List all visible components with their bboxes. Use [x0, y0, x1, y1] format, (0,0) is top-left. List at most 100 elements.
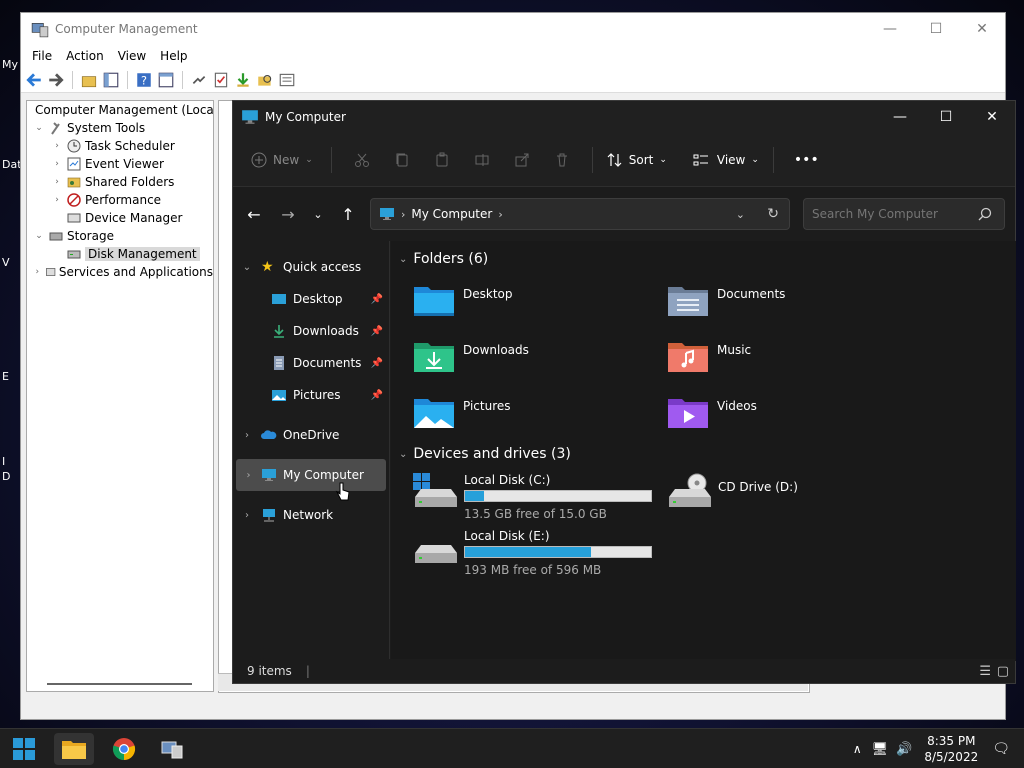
close-button[interactable]: ✕: [969, 101, 1015, 133]
tree-node-system-tools[interactable]: ⌄ System Tools: [27, 119, 213, 137]
network-status-icon[interactable]: 🖥: [872, 742, 889, 757]
show-hide-tree-icon[interactable]: [102, 71, 120, 89]
back-arrow-icon[interactable]: [25, 71, 43, 89]
checklist-icon[interactable]: [212, 71, 230, 89]
tree-node-services[interactable]: › Services and Applications: [27, 263, 213, 281]
drive-item-e[interactable]: Local Disk (E:) 193 MB free of 596 MB: [413, 529, 652, 577]
sidebar-item-documents[interactable]: Documents 📌: [233, 347, 389, 379]
recent-locations-chevron-icon[interactable]: ⌄: [305, 208, 331, 221]
properties-icon[interactable]: [278, 71, 296, 89]
expand-arrow-icon[interactable]: ⌄: [33, 231, 45, 241]
search-folder-icon[interactable]: [256, 71, 274, 89]
back-arrow-icon[interactable]: ←: [237, 205, 271, 224]
connect-icon[interactable]: [190, 71, 208, 89]
help-icon[interactable]: ?: [135, 71, 153, 89]
maximize-button[interactable]: ☐: [913, 13, 959, 45]
desktop-icon-label[interactable]: E: [2, 370, 9, 383]
menu-help[interactable]: Help: [153, 49, 194, 63]
view-button[interactable]: View ⌄: [693, 152, 759, 168]
expand-arrow-icon[interactable]: ›: [51, 177, 63, 187]
expand-arrow-icon[interactable]: ›: [33, 267, 42, 277]
start-button[interactable]: [4, 733, 44, 765]
search-icon[interactable]: [978, 207, 992, 221]
cut-icon[interactable]: [354, 152, 370, 168]
tree-node-device-manager[interactable]: Device Manager: [27, 209, 213, 227]
taskbar-file-explorer[interactable]: [54, 733, 94, 765]
folder-item[interactable]: Pictures: [413, 395, 511, 429]
menu-view[interactable]: View: [111, 49, 153, 63]
new-button[interactable]: New ⌄: [251, 152, 313, 168]
sidebar-item-network[interactable]: › Network: [233, 499, 389, 531]
minimize-button[interactable]: —: [877, 101, 923, 133]
address-dropdown-chevron-icon[interactable]: ⌄: [736, 208, 745, 221]
expand-chevron-icon[interactable]: ⌄: [233, 262, 261, 273]
sidebar-item-quick-access[interactable]: ⌄ ★ Quick access: [233, 251, 389, 283]
taskbar-computer-management[interactable]: [152, 733, 192, 765]
clock[interactable]: 8:35 PM 8/5/2022: [924, 733, 978, 765]
collapse-chevron-icon[interactable]: ⌄: [399, 254, 407, 265]
folder-item[interactable]: Documents: [667, 283, 785, 317]
drive-item-c[interactable]: Local Disk (C:) 13.5 GB free of 15.0 GB: [413, 473, 652, 521]
expand-arrow-icon[interactable]: ›: [51, 195, 63, 205]
close-button[interactable]: ✕: [959, 13, 1005, 45]
search-input[interactable]: [812, 207, 972, 221]
share-icon[interactable]: [514, 152, 530, 168]
tree-node-event-viewer[interactable]: › Event Viewer: [27, 155, 213, 173]
details-view-icon[interactable]: ☰: [979, 664, 991, 679]
folders-group-header[interactable]: ⌄ Folders (6): [399, 251, 488, 267]
sidebar-item-downloads[interactable]: Downloads 📌: [233, 315, 389, 347]
collapse-chevron-icon[interactable]: ⌄: [399, 449, 407, 460]
sort-button[interactable]: Sort ⌄: [607, 152, 667, 168]
title-bar[interactable]: Computer Management: [21, 13, 1005, 45]
tree-node-root[interactable]: Computer Management (Local: [27, 101, 213, 119]
maximize-button[interactable]: ☐: [923, 101, 969, 133]
delete-icon[interactable]: [554, 152, 570, 168]
expand-chevron-icon[interactable]: ›: [233, 510, 261, 521]
desktop-icon-label[interactable]: D: [2, 470, 10, 483]
refresh-icon[interactable]: ↻: [767, 206, 779, 222]
tree-node-task-scheduler[interactable]: › Task Scheduler: [27, 137, 213, 155]
desktop-icon-label[interactable]: I: [2, 455, 5, 468]
notifications-icon[interactable]: 🗨: [992, 741, 1010, 757]
volume-icon[interactable]: 🔊: [896, 742, 912, 757]
search-box[interactable]: [803, 198, 1005, 230]
tree-node-performance[interactable]: › Performance: [27, 191, 213, 209]
horizontal-scrollbar[interactable]: [47, 683, 192, 685]
folder-item[interactable]: Music: [667, 339, 751, 373]
desktop-icon-label[interactable]: My: [2, 58, 18, 71]
paste-icon[interactable]: [434, 152, 450, 168]
expand-arrow-icon[interactable]: ⌄: [33, 123, 45, 133]
drive-item-d[interactable]: CD Drive (D:): [667, 473, 798, 507]
up-folder-icon[interactable]: [80, 71, 98, 89]
expand-chevron-icon[interactable]: ›: [233, 430, 261, 441]
sidebar-item-pictures[interactable]: Pictures 📌: [233, 379, 389, 411]
show-hidden-icons-chevron-icon[interactable]: ∧: [853, 742, 862, 756]
minimize-button[interactable]: —: [867, 13, 913, 45]
more-options-icon[interactable]: •••: [794, 152, 819, 168]
import-icon[interactable]: [234, 71, 252, 89]
up-arrow-icon[interactable]: ↑: [331, 205, 365, 224]
folder-item[interactable]: Desktop: [413, 283, 513, 317]
folder-item[interactable]: Downloads: [413, 339, 529, 373]
console-tree-icon[interactable]: [157, 71, 175, 89]
forward-arrow-icon[interactable]: →: [271, 205, 305, 224]
rename-icon[interactable]: [474, 152, 490, 168]
tree-node-disk-management[interactable]: Disk Management: [27, 245, 213, 263]
sidebar-item-onedrive[interactable]: › OneDrive: [233, 419, 389, 451]
expand-arrow-icon[interactable]: ›: [51, 141, 63, 151]
breadcrumb-separator-icon[interactable]: ›: [498, 208, 502, 221]
folder-item[interactable]: Videos: [667, 395, 757, 429]
menu-action[interactable]: Action: [59, 49, 111, 63]
tree-node-storage[interactable]: ⌄ Storage: [27, 227, 213, 245]
menu-file[interactable]: File: [25, 49, 59, 63]
desktop-icon-label[interactable]: Dat: [2, 158, 22, 171]
copy-icon[interactable]: [394, 152, 410, 168]
drives-group-header[interactable]: ⌄ Devices and drives (3): [399, 446, 571, 462]
desktop-icon-label[interactable]: V: [2, 256, 10, 269]
expand-arrow-icon[interactable]: ›: [51, 159, 63, 169]
sidebar-item-desktop[interactable]: Desktop 📌: [233, 283, 389, 315]
tiles-view-icon[interactable]: ▢: [997, 664, 1009, 679]
breadcrumb-my-computer[interactable]: My Computer: [411, 207, 492, 221]
taskbar-chrome[interactable]: [104, 733, 144, 765]
sidebar-item-my-computer[interactable]: › My Computer: [236, 459, 386, 491]
